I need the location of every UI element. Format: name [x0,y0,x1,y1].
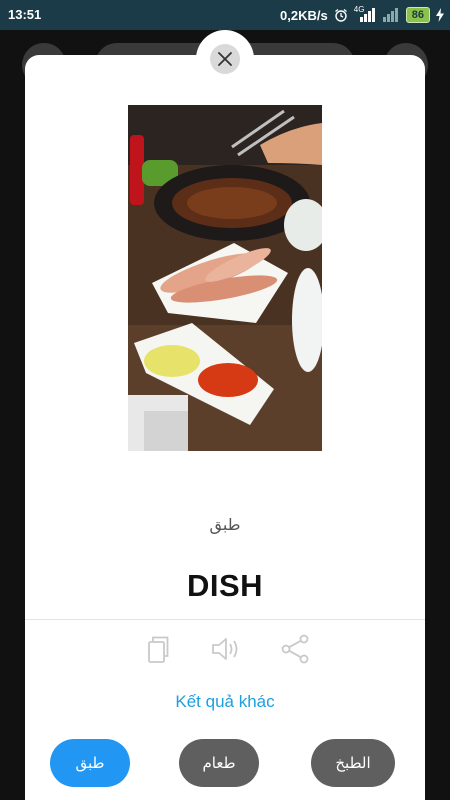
battery-icon: 86 [405,7,430,23]
source-word: DISH [186,568,264,603]
share-icon [281,634,309,664]
status-bar: 13:51 0,2KB/s 4G 86 [0,0,450,30]
choice-button-left[interactable]: طبق [50,739,130,787]
status-right: 0,2KB/s 4G 86 [280,5,444,23]
alarm-icon [334,8,347,22]
choice-button-right[interactable]: الطبخ [311,739,395,787]
dish-photo [128,105,322,451]
copy-icon [148,636,169,663]
translated-word: طبق [209,517,241,534]
net-speed: 0,2KB/s [280,7,328,23]
speaker-button[interactable] [209,633,241,665]
choice-button-middle[interactable]: طعام [179,739,259,787]
more-results-link[interactable]: Kết quả khác [25,692,425,712]
close-icon [218,52,232,66]
signal-icon: 4G [354,5,376,22]
wifi-icon [382,8,398,22]
divider [25,619,425,620]
speaker-icon [212,638,238,660]
charging-icon [436,8,444,22]
copy-button[interactable] [140,633,172,665]
status-time: 13:51 [8,7,42,22]
share-button[interactable] [279,633,311,665]
close-button[interactable] [210,44,240,74]
